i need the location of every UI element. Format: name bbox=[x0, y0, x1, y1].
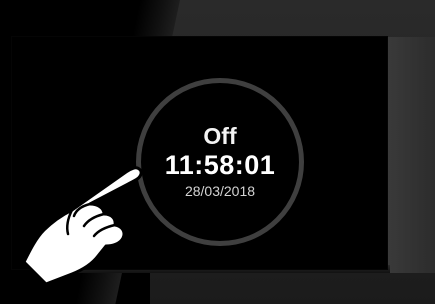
clock-time: 11:58:01 bbox=[164, 149, 276, 180]
pointing-hand-icon bbox=[22, 166, 143, 286]
device-photo: Off 11:58:01 28/03/2018 bbox=[0, 0, 435, 304]
power-state-label: Off bbox=[203, 122, 237, 149]
device-side-panel bbox=[387, 37, 435, 273]
clock-date: 28/03/2018 bbox=[184, 182, 256, 199]
clock-dial[interactable]: Off 11:58:01 28/03/2018 bbox=[136, 78, 304, 246]
